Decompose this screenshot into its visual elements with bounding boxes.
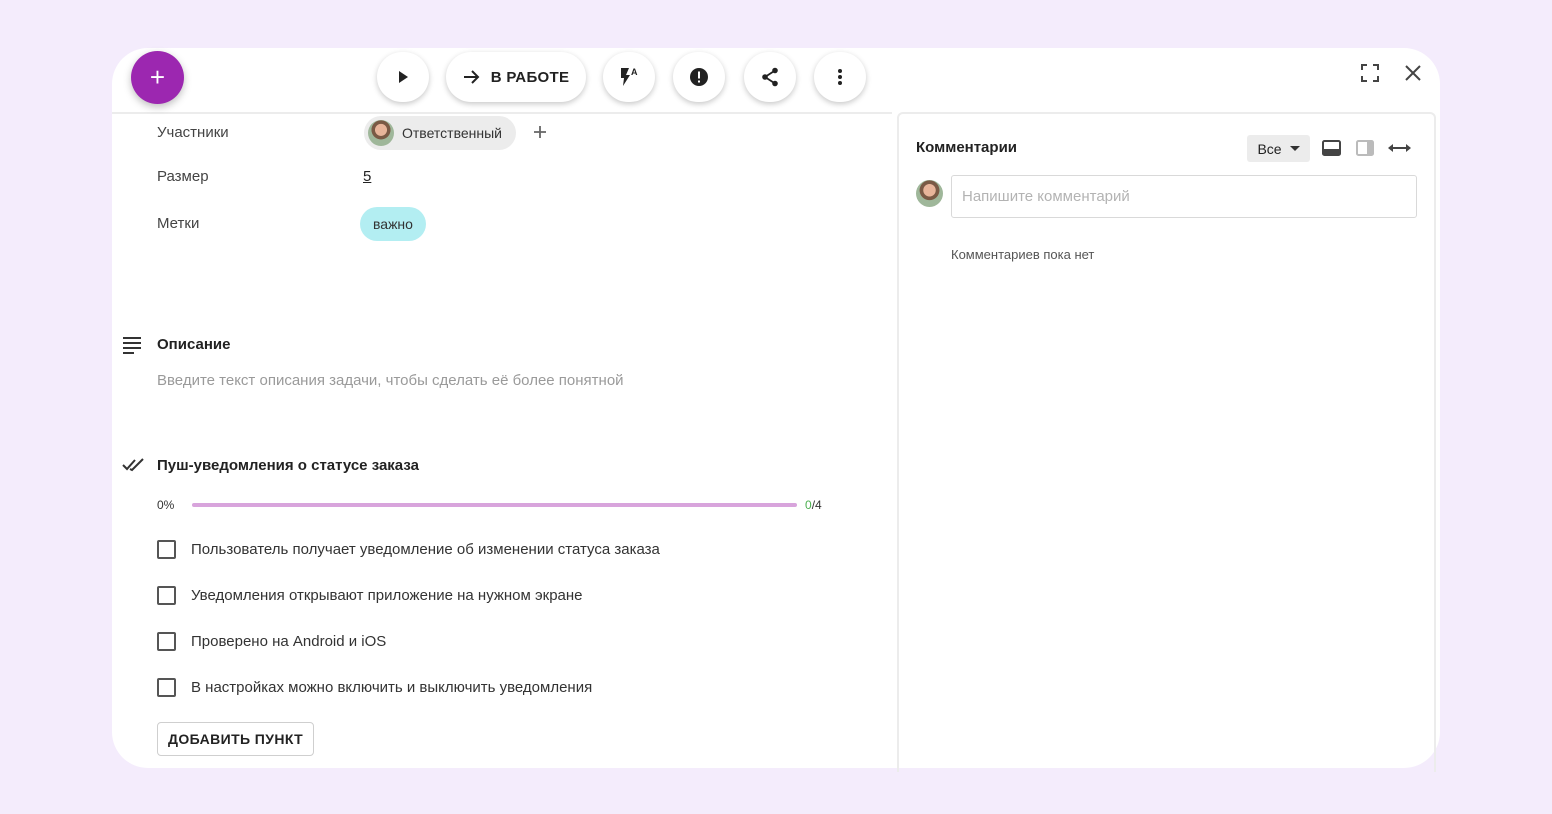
comments-title: Комментарии — [916, 139, 1018, 156]
description-placeholder[interactable]: Введите текст описания задачи, чтобы сде… — [157, 372, 624, 389]
more-button[interactable] — [814, 52, 866, 102]
arrow-right-icon — [463, 70, 480, 84]
close-button[interactable] — [1400, 60, 1426, 86]
fullscreen-button[interactable] — [1357, 60, 1383, 86]
responsible-chip[interactable]: Ответственный — [364, 116, 516, 150]
checklist-title[interactable]: Пуш-уведомления о статусе заказа — [157, 457, 419, 474]
fullscreen-icon — [1361, 64, 1379, 82]
done-all-icon — [122, 458, 144, 472]
empty-comments-text: Комментариев пока нет — [951, 247, 1095, 262]
checklist-item[interactable]: Уведомления открывают приложение на нужн… — [157, 586, 583, 605]
play-icon — [399, 71, 408, 83]
share-button[interactable] — [744, 52, 796, 102]
checklist-item-label: Проверено на Android и iOS — [191, 633, 387, 650]
checklist-item-label: Пользователь получает уведомление об изм… — [191, 541, 660, 558]
add-button[interactable]: + — [131, 51, 184, 104]
comment-input[interactable] — [951, 175, 1417, 218]
checklist-percent: 0% — [157, 498, 175, 512]
status-label: В РАБОТЕ — [490, 68, 570, 86]
add-checklist-item-button[interactable]: ДОБАВИТЬ ПУНКТ — [157, 722, 315, 756]
tags-label: Метки — [157, 215, 200, 232]
checklist-item-label: Уведомления открывают приложение на нужн… — [191, 587, 583, 604]
checkbox[interactable] — [157, 678, 176, 697]
description-title: Описание — [157, 336, 231, 353]
plus-icon — [534, 126, 546, 138]
priority-button[interactable] — [673, 52, 725, 102]
panel-side-layout-button[interactable] — [1356, 139, 1374, 157]
checklist-item[interactable]: Пользователь получает уведомление об изм… — [157, 540, 660, 559]
close-icon — [1405, 65, 1421, 81]
checkbox[interactable] — [157, 586, 176, 605]
panel-side-icon — [1356, 140, 1374, 156]
checkbox[interactable] — [157, 632, 176, 651]
avatar — [368, 120, 394, 146]
checklist-item[interactable]: Проверено на Android и iOS — [157, 632, 386, 651]
svg-text:A: A — [631, 67, 638, 77]
comments-filter-select[interactable]: Все — [1247, 135, 1310, 162]
description-section-icon — [122, 336, 142, 359]
tag-chip[interactable]: важно — [360, 207, 426, 241]
size-label: Размер — [157, 168, 209, 185]
participants-label: Участники — [157, 124, 229, 141]
automation-button[interactable]: A — [603, 52, 655, 102]
responsible-chip-label: Ответственный — [402, 125, 502, 141]
more-vert-icon — [838, 69, 842, 85]
play-button[interactable] — [377, 52, 429, 102]
alert-icon — [690, 68, 708, 86]
panel-bottom-icon — [1322, 140, 1341, 156]
checklist-section-icon — [122, 458, 146, 477]
share-icon — [762, 67, 778, 87]
checklist-progress — [192, 503, 797, 507]
checklist-item[interactable]: В настройках можно включить и выключить … — [157, 678, 592, 697]
panel-resize-button[interactable] — [1387, 139, 1412, 157]
resize-horizontal-icon — [1388, 144, 1411, 152]
size-value[interactable]: 5 — [363, 168, 371, 185]
checklist-done-count: 0 — [805, 498, 812, 512]
checklist-total-count: /4 — [811, 498, 822, 512]
chevron-down-icon — [1289, 146, 1300, 151]
checkbox[interactable] — [157, 540, 176, 559]
comments-filter-value: Все — [1257, 140, 1282, 157]
panel-bottom-layout-button[interactable] — [1322, 139, 1341, 157]
avatar — [916, 180, 943, 207]
subject-icon — [123, 337, 141, 354]
status-button[interactable]: В РАБОТЕ — [446, 52, 586, 102]
flash-auto-icon: A — [621, 67, 638, 86]
checklist-item-label: В настройках можно включить и выключить … — [191, 679, 593, 696]
toolbar-divider — [112, 112, 892, 114]
add-participant-button[interactable] — [533, 121, 547, 143]
checklist-counter: 0/4 — [805, 498, 822, 512]
